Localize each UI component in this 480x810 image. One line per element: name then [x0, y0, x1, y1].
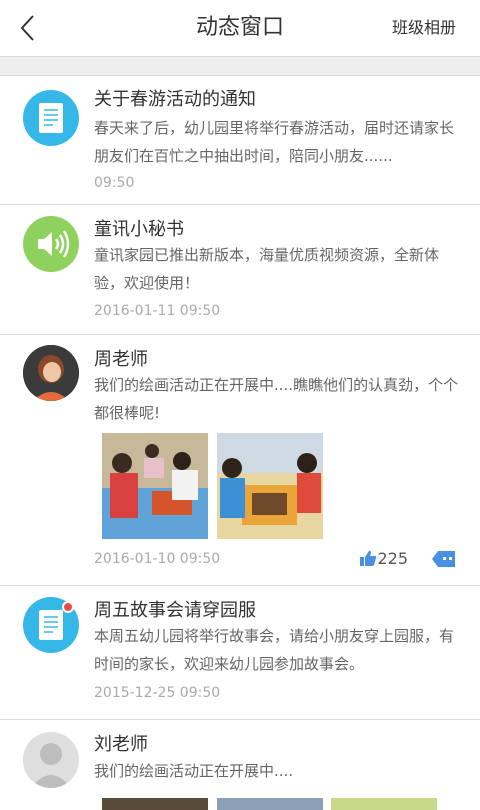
- item-title: 关于春游活动的通知: [94, 89, 256, 110]
- speaker-icon: [23, 216, 79, 272]
- post-photo[interactable]: [217, 433, 323, 539]
- item-title: 周五故事会请穿园服: [94, 600, 256, 621]
- top-bar: 动态窗口 班级相册: [0, 0, 480, 57]
- teacher-avatar[interactable]: [23, 345, 79, 401]
- default-avatar[interactable]: [23, 732, 79, 788]
- item-content: 春天来了后，幼儿园里将举行春游活动，届时还请家长朋友们在百忙之中抽出时间，陪同小…: [94, 119, 455, 165]
- item-time: 09:50: [94, 175, 135, 191]
- document-icon: [23, 90, 79, 146]
- class-album-button[interactable]: 班级相册: [392, 0, 456, 56]
- like-count: 225: [377, 549, 408, 568]
- section-divider: [0, 57, 480, 76]
- list-item[interactable]: 周五故事会请穿园服 本周五幼儿园将举行故事会，请给小朋友穿上园服，有时间的家长，…: [0, 586, 480, 720]
- item-content: 童讯家园已推出新版本，海量优质视频资源，全新体验，欢迎使用！: [94, 246, 440, 292]
- unread-dot: [62, 601, 74, 613]
- item-time: 2016-01-10 09:50: [94, 551, 221, 567]
- list-item[interactable]: 刘老师 我们的绘画活动正在开展中....: [0, 720, 480, 810]
- item-content: 我们的绘画活动正在开展中....: [94, 762, 294, 780]
- item-author: 周老师: [94, 349, 148, 370]
- item-content: 本周五幼儿园将举行故事会，请给小朋友穿上园服，有时间的家长，欢迎来幼儿园参加故事…: [94, 627, 455, 673]
- list-item[interactable]: 童讯小秘书 童讯家园已推出新版本，海量优质视频资源，全新体验，欢迎使用！ 201…: [0, 205, 480, 335]
- item-content: 我们的绘画活动正在开展中....瞧瞧他们的认真劲，个个都很棒呢!: [94, 376, 459, 422]
- like-icon[interactable]: [359, 549, 377, 567]
- post-photo[interactable]: [102, 433, 208, 539]
- list-item[interactable]: 关于春游活动的通知 春天来了后，幼儿园里将举行春游活动，届时还请家长朋友们在百忙…: [0, 76, 480, 205]
- feed-list: 关于春游活动的通知 春天来了后，幼儿园里将举行春游活动，届时还请家长朋友们在百忙…: [0, 76, 480, 810]
- list-item[interactable]: 周老师 我们的绘画活动正在开展中....瞧瞧他们的认真劲，个个都很棒呢! 201…: [0, 335, 480, 586]
- item-author: 刘老师: [94, 734, 148, 755]
- item-title: 童讯小秘书: [94, 219, 184, 240]
- comment-icon[interactable]: [432, 550, 456, 568]
- document-icon: [23, 597, 79, 653]
- item-time: 2016-01-11 09:50: [94, 303, 221, 319]
- item-time: 2015-12-25 09:50: [94, 685, 221, 701]
